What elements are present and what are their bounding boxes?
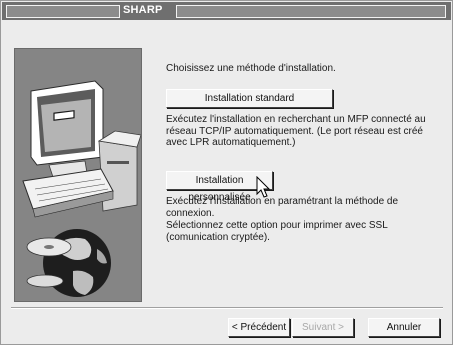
cancel-button[interactable]: Annuler [368,318,440,337]
title-bar: SHARP [2,2,451,20]
title-bar-left-slot [6,5,120,18]
ssl-option-description: Sélectionnez cette option pour imprimer … [166,220,388,243]
keyboard-icon [22,168,114,218]
back-button[interactable]: < Précédent [228,318,290,337]
standard-installation-description: Exécutez l'installation en recherchant u… [166,114,426,148]
standard-installation-button[interactable]: Installation standard [166,89,333,108]
mouse-pointer-icon [256,176,270,198]
monitor-icon [30,80,104,178]
setup-illustration-panel [14,48,142,302]
installer-window: SHARP Choisissez une méthode d'installat… [0,0,453,345]
next-button: Suivant > [292,318,354,337]
install-method-prompt: Choisissez une méthode d'installation. [166,63,336,74]
computer-illustration [22,80,141,297]
footer-divider [11,307,443,309]
window-title: SHARP [123,4,163,16]
title-bar-right-slot [176,5,446,18]
custom-installation-description: Exécutez l'installation en paramétrant l… [166,196,399,219]
